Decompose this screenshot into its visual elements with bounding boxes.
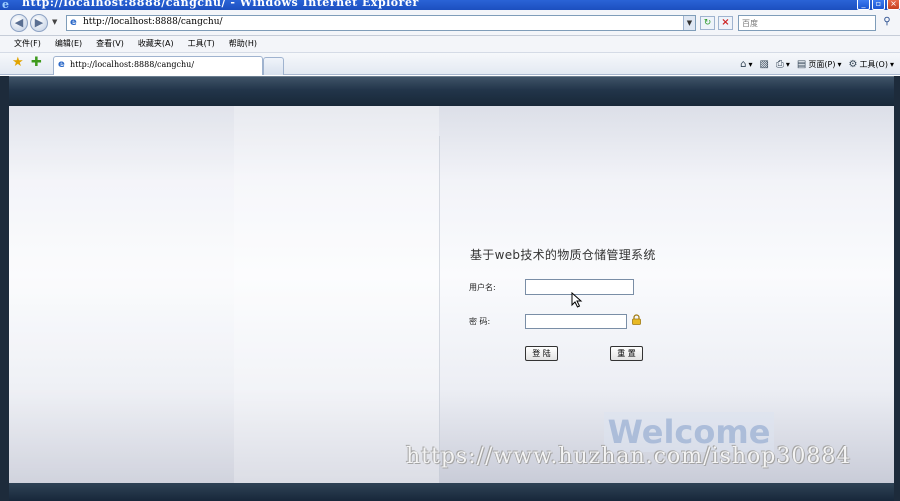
- lock-icon: [632, 314, 641, 325]
- stop-button[interactable]: ×: [718, 16, 733, 30]
- bg-band-center: [234, 106, 439, 483]
- print-button[interactable]: ⎙ ▾: [776, 59, 790, 70]
- menu-view[interactable]: 查看(V): [96, 36, 124, 52]
- password-label: 密 码:: [469, 317, 491, 326]
- page-icon: e: [70, 17, 77, 28]
- search-input[interactable]: [739, 16, 875, 31]
- menu-tools[interactable]: 工具(T): [188, 36, 215, 52]
- menu-bar: 文件(F) 编辑(E) 查看(V) 收藏夹(A) 工具(T) 帮助(H): [0, 36, 900, 53]
- tab-current[interactable]: e http://localhost:8888/cangchu/: [53, 56, 263, 75]
- address-url[interactable]: http://localhost:8888/cangchu/: [83, 17, 223, 27]
- command-bar: ⌂ ▾ ▧ ⎙ ▾ ▤ 页面(P) ▾ ⚙ 工具(O) ▾: [740, 57, 894, 71]
- window-title-bar: e http://localhost:8888/cangchu/ - Windo…: [0, 0, 900, 10]
- menu-favorites[interactable]: 收藏夹(A): [138, 36, 174, 52]
- tools-menu-label: 工具(O): [859, 59, 888, 69]
- menu-edit[interactable]: 编辑(E): [55, 36, 82, 52]
- forward-arrow-icon: ▶: [34, 16, 44, 29]
- page-menu-label: 页面(P): [808, 59, 836, 69]
- feeds-button[interactable]: ▧: [759, 59, 768, 70]
- mouse-cursor-icon: [571, 292, 583, 308]
- tab-bar: ★ ✚ e http://localhost:8888/cangchu/ ⌂ ▾ …: [0, 53, 900, 75]
- login-title: 基于web技术的物质仓储管理系统: [470, 248, 656, 262]
- tab-page-icon: e: [58, 59, 65, 70]
- menu-help[interactable]: 帮助(H): [229, 36, 257, 52]
- address-dropdown-icon[interactable]: ▼: [683, 16, 695, 30]
- password-input[interactable]: [525, 314, 627, 329]
- page-footer-band: [9, 483, 894, 501]
- print-icon: ⎙: [775, 58, 784, 70]
- bg-divider: [439, 136, 440, 476]
- search-button[interactable]: ⚲: [879, 16, 895, 30]
- favorites-star-icon[interactable]: ★: [12, 56, 24, 70]
- page-menu-icon: ▤: [796, 58, 807, 70]
- minimize-button[interactable]: _: [857, 0, 870, 10]
- address-toolbar: ◀ ▶ ▼ e http://localhost:8888/cangchu/ ▼…: [0, 10, 900, 36]
- refresh-button[interactable]: ↻: [700, 16, 715, 30]
- new-tab-button[interactable]: [263, 57, 284, 75]
- menu-file[interactable]: 文件(F): [14, 36, 41, 52]
- history-dropdown-icon[interactable]: ▼: [52, 18, 57, 26]
- page-header-band: [9, 76, 894, 106]
- username-label: 用户名:: [469, 283, 496, 292]
- login-button[interactable]: 登 陆: [525, 346, 558, 361]
- home-icon: ⌂: [740, 58, 747, 70]
- page-menu-button[interactable]: ▤ 页面(P) ▾: [797, 59, 842, 70]
- back-arrow-icon: ◀: [14, 16, 24, 29]
- address-bar[interactable]: e http://localhost:8888/cangchu/ ▼: [66, 15, 696, 31]
- back-button[interactable]: ◀: [10, 14, 28, 32]
- ie-logo-icon: e: [2, 0, 9, 10]
- bg-band-left: [9, 106, 234, 483]
- forward-button[interactable]: ▶: [30, 14, 48, 32]
- search-box[interactable]: [738, 15, 876, 31]
- refresh-icon: ↻: [703, 18, 712, 28]
- window-title: http://localhost:8888/cangchu/ - Windows…: [22, 0, 419, 9]
- maximize-button[interactable]: ▫: [872, 0, 885, 10]
- stop-icon: ×: [721, 17, 730, 28]
- close-button[interactable]: ×: [887, 0, 900, 10]
- gear-icon: ⚙: [848, 58, 858, 70]
- window-controls: _ ▫ ×: [857, 0, 900, 10]
- reset-button[interactable]: 重 置: [610, 346, 643, 361]
- tab-label: http://localhost:8888/cangchu/: [70, 60, 195, 69]
- home-button[interactable]: ⌂ ▾: [740, 59, 752, 70]
- watermark-text: https://www.huzhan.com/ishop30884: [406, 444, 852, 469]
- search-icon: ⚲: [883, 16, 891, 27]
- rss-icon: ▧: [759, 58, 769, 70]
- add-favorite-icon[interactable]: ✚: [31, 56, 42, 70]
- page-viewport: 基于web技术的物质仓储管理系统 用户名: 密 码: 登 陆 重 置 Welco…: [0, 76, 900, 501]
- tools-menu-button[interactable]: ⚙ 工具(O) ▾: [848, 59, 894, 70]
- login-page-body: 基于web技术的物质仓储管理系统 用户名: 密 码: 登 陆 重 置 Welco…: [9, 106, 894, 483]
